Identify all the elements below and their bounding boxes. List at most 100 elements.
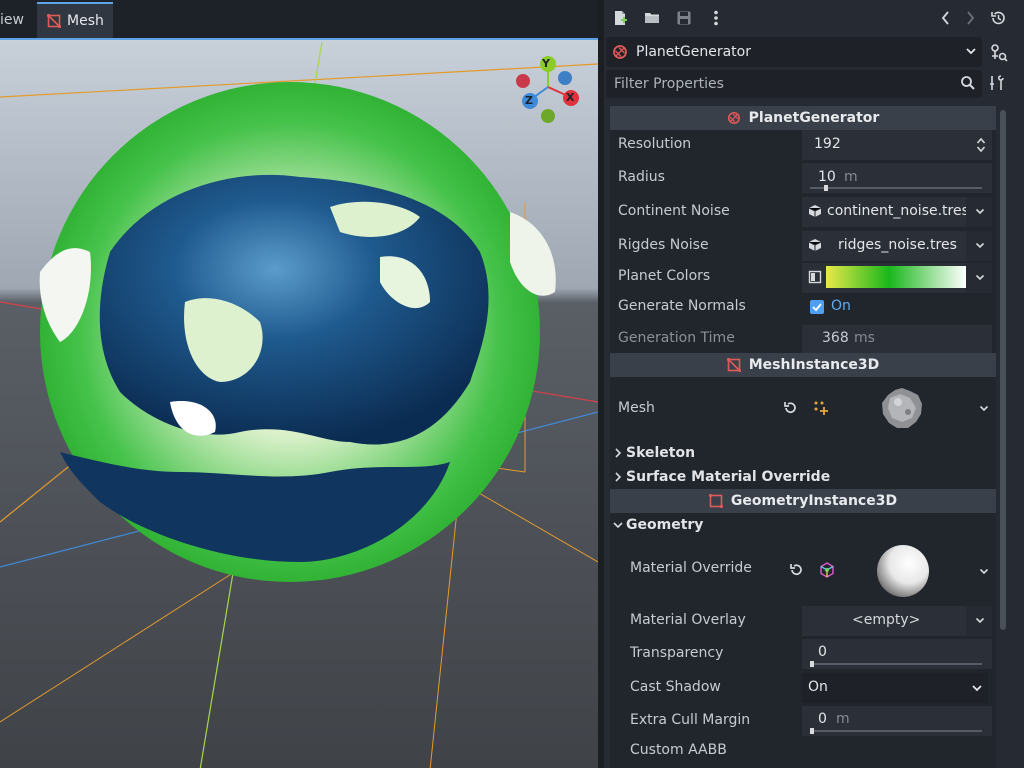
noise-resource-icon <box>808 204 822 222</box>
group-label: Skeleton <box>626 445 696 461</box>
property-material-override: Material Override <box>610 538 996 604</box>
tab-view-label: iew <box>0 12 24 28</box>
noise-resource-icon <box>808 238 822 256</box>
slider-grabber[interactable] <box>824 185 828 191</box>
generation-time-unit: ms <box>854 330 875 346</box>
tab-mesh-label: Mesh <box>67 13 104 29</box>
planet-colors-resource[interactable] <box>802 263 992 293</box>
chevron-right-icon <box>610 472 626 482</box>
property-label: Radius <box>618 169 665 185</box>
property-label: Transparency <box>630 645 724 661</box>
group-surface-material-override[interactable]: Surface Material Override <box>610 466 996 488</box>
spinbox-arrows-icon[interactable] <box>976 136 986 158</box>
make-unique-icon[interactable] <box>813 400 829 420</box>
open-folder-icon[interactable] <box>642 8 662 28</box>
chevron-right-icon <box>610 448 626 458</box>
inspector-toolbar <box>604 0 1024 36</box>
edited-object-selector[interactable]: PlanetGenerator <box>606 37 982 67</box>
section-planet-generator[interactable]: PlanetGenerator <box>610 106 996 130</box>
chevron-down-icon <box>610 521 626 529</box>
tab-mesh[interactable]: Mesh <box>37 2 113 38</box>
filter-properties-box <box>606 70 982 98</box>
recent-history-icon[interactable] <box>988 8 1008 28</box>
gizmo-x-label: X <box>566 91 575 104</box>
property-extra-cull-margin: Extra Cull Margin 0 m <box>610 706 996 736</box>
checkbox-checked-icon[interactable] <box>810 300 824 318</box>
revert-icon[interactable] <box>788 562 804 582</box>
gradient-preview[interactable] <box>826 266 966 288</box>
property-label: Planet Colors <box>618 268 711 284</box>
history-forward-icon[interactable] <box>960 8 980 28</box>
resolution-value: 192 <box>814 136 841 152</box>
extra-cull-margin-slider[interactable]: 0 m <box>802 706 992 736</box>
property-list: PlanetGenerator Resolution 192 Radius 10… <box>610 106 996 768</box>
more-options-icon[interactable] <box>706 8 726 28</box>
history-back-icon[interactable] <box>936 8 956 28</box>
inspector-panel: PlanetGenerator PlanetGenerator <box>604 0 1024 768</box>
section-title: PlanetGenerator <box>748 110 880 126</box>
group-skeleton[interactable]: Skeleton <box>610 442 996 464</box>
section-mesh-instance-3d[interactable]: MeshInstance3D <box>610 353 996 377</box>
property-radius: Radius 10 m <box>610 163 996 193</box>
continent-noise-file: continent_noise.tres <box>827 203 969 219</box>
radius-slider[interactable]: 10 m <box>802 163 992 193</box>
transparency-slider[interactable]: 0 <box>802 639 992 669</box>
property-planet-colors: Planet Colors <box>610 263 996 293</box>
revert-icon[interactable] <box>782 400 798 420</box>
property-label: Resolution <box>618 136 692 152</box>
chevron-down-icon[interactable] <box>974 271 986 287</box>
new-resource-icon[interactable] <box>610 8 630 28</box>
material-icon <box>819 562 835 582</box>
property-material-overlay: Material Overlay <empty> <box>610 606 996 636</box>
property-mesh: Mesh <box>610 378 996 440</box>
planet-generator-icon <box>727 111 741 125</box>
resolution-spinbox[interactable]: 192 <box>802 130 992 160</box>
transparency-value: 0 <box>818 644 827 660</box>
section-title: GeometryInstance3D <box>730 493 898 509</box>
chevron-down-icon <box>970 681 984 699</box>
object-help-icon[interactable] <box>988 42 1008 62</box>
mesh-instance-icon <box>726 358 741 372</box>
slider-track <box>810 730 982 732</box>
property-label: Continent Noise <box>618 203 730 219</box>
material-overlay-resource[interactable]: <empty> <box>802 606 992 636</box>
chevron-down-icon[interactable] <box>974 239 986 255</box>
property-label: Extra Cull Margin <box>630 712 751 728</box>
property-label: Rigdes Noise <box>618 237 709 253</box>
group-geometry[interactable]: Geometry <box>610 514 996 536</box>
save-icon[interactable] <box>674 8 694 28</box>
property-label: Generation Time <box>618 330 735 346</box>
3d-viewport[interactable]: Y X Z <box>0 38 598 768</box>
cast-shadow-select[interactable]: On <box>802 673 988 703</box>
viewport-tabbar: iew Mesh <box>0 0 598 38</box>
mesh-preview-thumbnail[interactable] <box>880 386 924 430</box>
slider-track <box>810 663 982 665</box>
material-preview-thumbnail[interactable] <box>876 544 930 598</box>
filter-properties-input[interactable] <box>612 73 942 95</box>
geometry-instance-icon <box>708 494 723 508</box>
chevron-down-icon[interactable] <box>974 614 986 630</box>
extra-cull-margin-unit: m <box>836 711 850 727</box>
continent-noise-resource[interactable]: continent_noise.tres <box>802 197 992 227</box>
viewport-scene <box>0 40 598 768</box>
gradient-icon <box>808 270 822 288</box>
generate-normals-checkbox[interactable]: On <box>802 293 992 323</box>
chevron-down-icon[interactable] <box>974 205 986 221</box>
generation-time-value: 368 <box>822 330 849 346</box>
property-cast-shadow: Cast Shadow On <box>610 673 996 703</box>
section-geometry-instance-3d[interactable]: GeometryInstance3D <box>610 489 996 513</box>
property-options-icon[interactable] <box>988 74 1008 94</box>
chevron-down-icon[interactable] <box>978 402 990 418</box>
slider-grabber[interactable] <box>810 661 814 667</box>
slider-grabber[interactable] <box>810 728 814 734</box>
property-generation-time: Generation Time 368 ms <box>610 323 996 353</box>
tab-view[interactable]: iew <box>0 2 36 38</box>
property-label: Material Overlay <box>630 612 746 628</box>
radius-unit: m <box>844 169 858 185</box>
inspector-scrollbar[interactable] <box>1000 110 1006 630</box>
gizmo-y-label: Y <box>542 57 550 70</box>
property-label: Custom AABB <box>630 742 727 758</box>
ridges-noise-resource[interactable]: ridges_noise.tres <box>802 231 992 261</box>
chevron-down-icon[interactable] <box>978 565 990 581</box>
property-generate-normals: Generate Normals On <box>610 293 996 323</box>
